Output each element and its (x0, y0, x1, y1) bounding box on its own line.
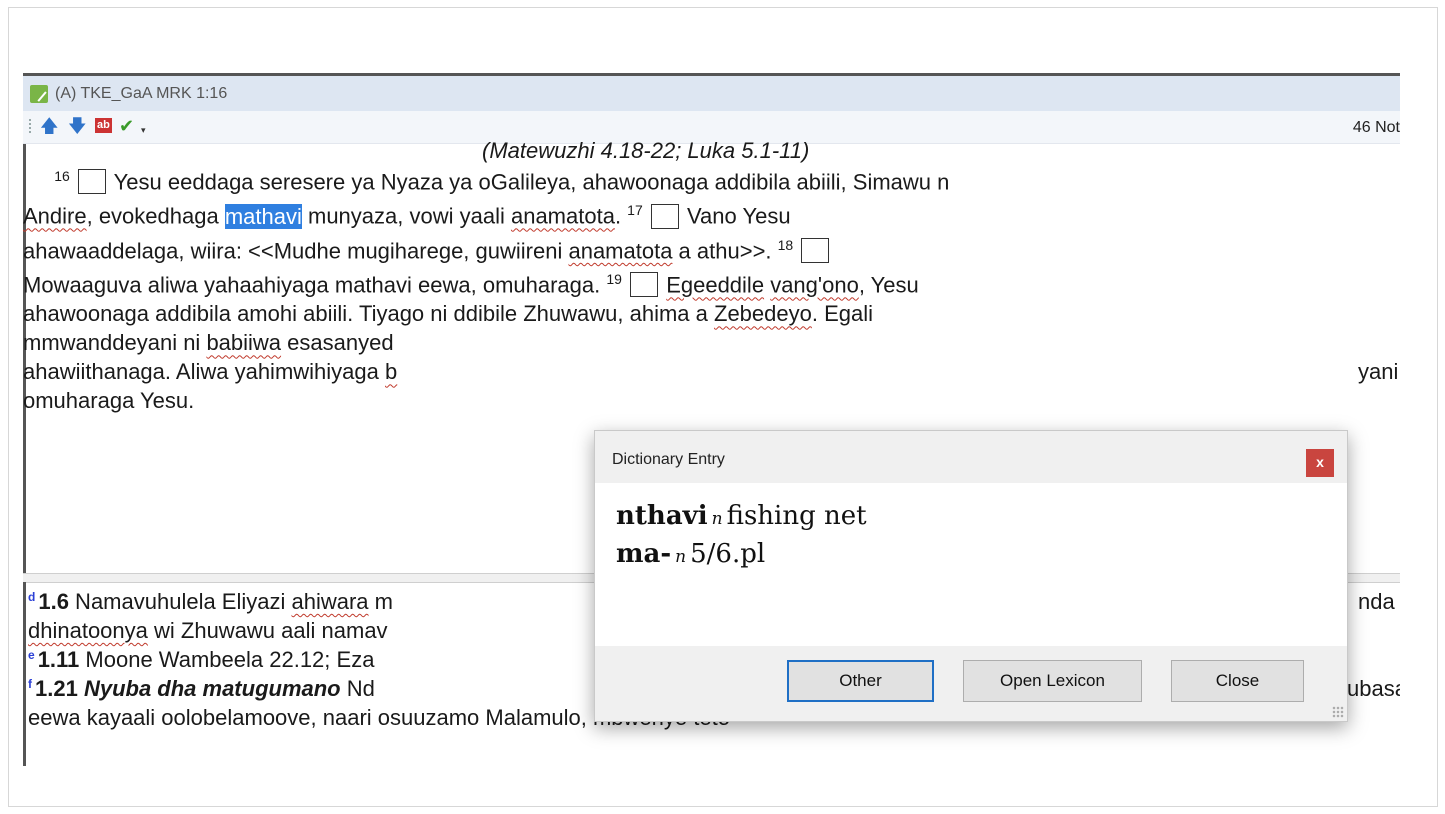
text-line: Mowaaguva aliwa yahaahiyaga mathavi eewa… (23, 270, 919, 298)
footnote-reference: 1.11 (37, 647, 80, 672)
verse-number: 18 (777, 236, 794, 253)
text-line: ahawiithanaga. Aliwa yahimwihiyaga b yani… (23, 359, 1400, 385)
headword: nthavi (616, 501, 708, 531)
footnote-marker[interactable]: e (28, 648, 35, 662)
chevron-down-icon[interactable]: ▾ (141, 120, 146, 140)
text-line: Andire, evokedhaga mathavi munyaza, vowi… (23, 202, 791, 229)
footnote-reference: 1.6 (38, 589, 69, 614)
gloss: fishing net (726, 501, 867, 531)
verse-number: 17 (627, 202, 643, 219)
text-line: mmwanddeyani ni babiiwa esasanyed (23, 330, 394, 356)
title-bar: (A) TKE_GaA MRK 1:16 (23, 76, 1400, 111)
footnote-marker[interactable]: f (28, 677, 32, 691)
text-line: 16 Yesu eeddaga seresere ya Nyaza ya oGa… (54, 168, 950, 195)
arrow-down-icon[interactable]: 🡇 (68, 116, 87, 136)
footnote-reference: 1.21 (35, 676, 78, 701)
open-lexicon-button[interactable]: Open Lexicon (963, 660, 1142, 702)
pane-left-border (23, 582, 26, 766)
window-title: (A) TKE_GaA MRK 1:16 (55, 85, 228, 102)
gloss: 5/6.pl (690, 539, 766, 569)
verse-number: 16 (54, 168, 70, 184)
verse-checkbox[interactable] (77, 169, 106, 195)
verse-number: 19 (606, 270, 622, 287)
dictionary-content: nthavi n fishing net ma-n 5/6.pl (595, 483, 1347, 646)
text-line: ahawaaddelaga, wiira: <<Mudhe mugiharege… (23, 231, 1400, 265)
toolbar-grip-icon[interactable] (29, 119, 31, 135)
resize-grip-icon[interactable] (1332, 706, 1344, 718)
verse-checkbox[interactable] (630, 272, 659, 298)
dialog-title: Dictionary Entry (612, 451, 725, 468)
dictionary-entry-dialog: Dictionary Entry x nthavi n fishing net ma… (594, 430, 1348, 722)
verse-checkbox[interactable] (650, 203, 679, 229)
text-line: ahawoonaga addibila amohi abiili. Tiyago… (23, 301, 874, 327)
close-button[interactable]: Close (1171, 660, 1304, 702)
app-icon (30, 85, 48, 103)
dictionary-entry: ma-n 5/6.pl (616, 539, 765, 569)
verse-checkbox[interactable] (801, 237, 830, 263)
part-of-speech: n (675, 547, 687, 567)
text-line: omuharaga Yesu. (23, 388, 195, 414)
headword: ma- (616, 539, 672, 569)
section-reference: (Matewuzhi 4.18-22; Luka 5.1-11) (482, 138, 810, 163)
selected-word[interactable]: mathavi (224, 203, 302, 229)
close-icon[interactable]: x (1306, 449, 1334, 477)
notes-count: 46 Not (1352, 119, 1400, 136)
other-button[interactable]: Other (787, 660, 934, 702)
part-of-speech: n (711, 509, 723, 529)
scripture-text: (Matewuzhi 4.18-22; Luka 5.1-11) 16 Yesu… (23, 140, 1400, 415)
spellcheck-icon[interactable]: ab (95, 118, 112, 133)
footnote-marker[interactable]: d (28, 590, 35, 604)
check-icon[interactable]: ✔ (119, 116, 134, 136)
arrow-up-icon[interactable]: 🡅 (40, 116, 59, 136)
dictionary-entry: nthavi n fishing net (616, 501, 867, 531)
